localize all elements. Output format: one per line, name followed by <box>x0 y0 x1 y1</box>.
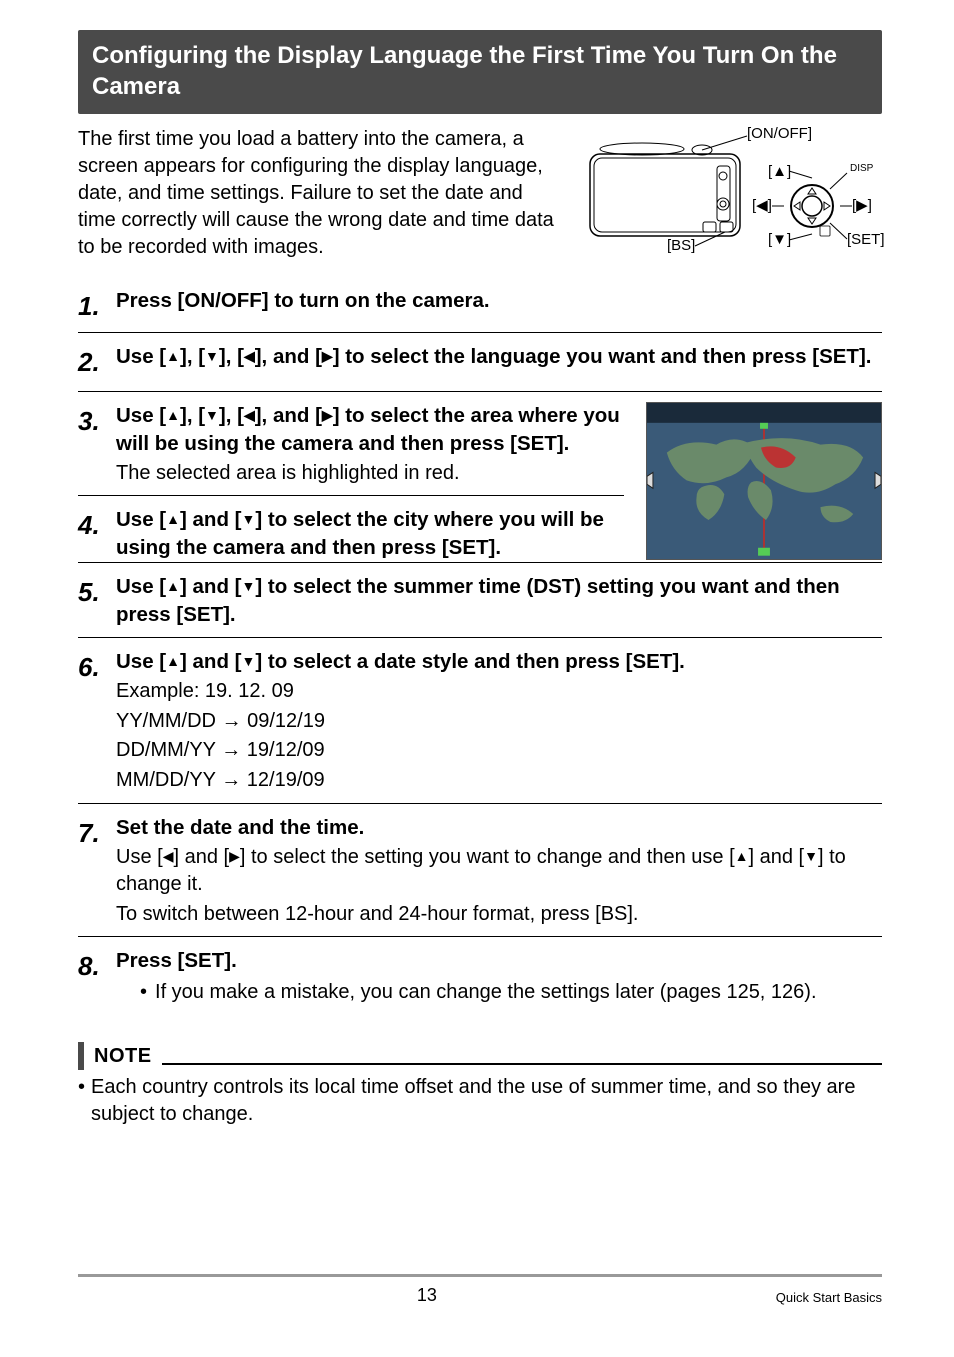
step-subtext-2: To switch between 12-hour and 24-hour fo… <box>116 901 882 929</box>
step-text: Use [▲] and [▼] to select the summer tim… <box>116 575 840 626</box>
step-text: Use [▲] and [▼] to select a date style a… <box>116 650 685 673</box>
step-number: 3. <box>78 402 116 439</box>
note-block: NOTE • Each country controls its local t… <box>78 1042 882 1128</box>
arrow-icon: → <box>221 739 241 761</box>
step-1: 1. Press [ON/OFF] to turn on the camera. <box>78 277 882 332</box>
label-bs: [BS] <box>667 236 695 256</box>
intro-paragraph: The first time you load a battery into t… <box>78 126 554 261</box>
step-6: 6. Use [▲] and [▼] to select a date styl… <box>78 637 882 802</box>
step-5: 5. Use [▲] and [▼] to select the summer … <box>78 562 882 637</box>
step-subtext: Use [◀] and [▶] to select the setting yo… <box>116 844 882 899</box>
step-2: 2. Use [▲], [▼], [◀], and [▶] to select … <box>78 332 882 388</box>
step-3-4-group: 3. Use [▲], [▼], [◀], and [▶] to select … <box>78 391 882 563</box>
step-text: Set the date and the time. <box>116 816 364 839</box>
label-disp: DISP <box>850 162 873 176</box>
label-right: [▶] <box>852 196 872 216</box>
camera-diagram: [ON/OFF] [BS] [▲] [◀] [▼] [▶] [SET] DISP <box>572 126 882 256</box>
bullet-icon: • <box>78 1074 85 1128</box>
format-row: DD/MM/YY → 19/12/09 <box>116 737 882 765</box>
step-bullet: • If you make a mistake, you can change … <box>140 979 882 1006</box>
step-number: 1. <box>78 287 116 324</box>
step-text: Use [▲], [▼], [◀], and [▶] to select the… <box>116 345 871 368</box>
label-down: [▼] <box>768 230 791 250</box>
note-divider <box>162 1063 882 1065</box>
step-4: 4. Use [▲] and [▼] to select the city wh… <box>78 495 624 562</box>
label-set: [SET] <box>847 230 885 250</box>
chapter-title: Quick Start Basics <box>776 1289 882 1307</box>
format-row: YY/MM/DD → 09/12/19 <box>116 708 882 736</box>
steps-list: 1. Press [ON/OFF] to turn on the camera.… <box>78 277 882 1014</box>
page-number: 13 <box>78 1283 776 1307</box>
bullet-text: If you make a mistake, you can change th… <box>155 979 817 1006</box>
step-text: Use [▲] and [▼] to select the city where… <box>116 508 604 559</box>
step-number: 6. <box>78 648 116 685</box>
page-footer: 13 Quick Start Basics <box>78 1274 882 1307</box>
note-bar-icon <box>78 1042 84 1070</box>
step-number: 4. <box>78 506 116 543</box>
step-text: Press [ON/OFF] to turn on the camera. <box>116 289 490 312</box>
label-left: [◀] <box>752 196 772 216</box>
step-number: 7. <box>78 814 116 851</box>
step-number: 2. <box>78 343 116 380</box>
arrow-icon: → <box>222 710 242 732</box>
section-heading: Configuring the Display Language the Fir… <box>78 30 882 114</box>
step-subtext: The selected area is highlighted in red. <box>116 460 624 488</box>
arrow-icon: → <box>221 769 241 791</box>
note-label: NOTE <box>94 1043 152 1070</box>
label-onoff: [ON/OFF] <box>747 124 812 144</box>
map-screenshot: Select Home City <box>646 402 882 560</box>
step-3: 3. Use [▲], [▼], [◀], and [▶] to select … <box>78 402 624 488</box>
note-text: Each country controls its local time off… <box>91 1074 882 1128</box>
step-number: 5. <box>78 573 116 610</box>
bullet-icon: • <box>140 979 147 1006</box>
step-text: Use [▲], [▼], [◀], and [▶] to select the… <box>116 404 620 455</box>
example-line: Example: 19. 12. 09 <box>116 678 882 706</box>
label-up: [▲] <box>768 162 791 182</box>
step-number: 8. <box>78 947 116 984</box>
format-row: MM/DD/YY → 12/19/09 <box>116 767 882 795</box>
step-8: 8. Press [SET]. • If you make a mistake,… <box>78 936 882 1014</box>
step-text: Press [SET]. <box>116 949 237 972</box>
step-7: 7. Set the date and the time. Use [◀] an… <box>78 803 882 937</box>
